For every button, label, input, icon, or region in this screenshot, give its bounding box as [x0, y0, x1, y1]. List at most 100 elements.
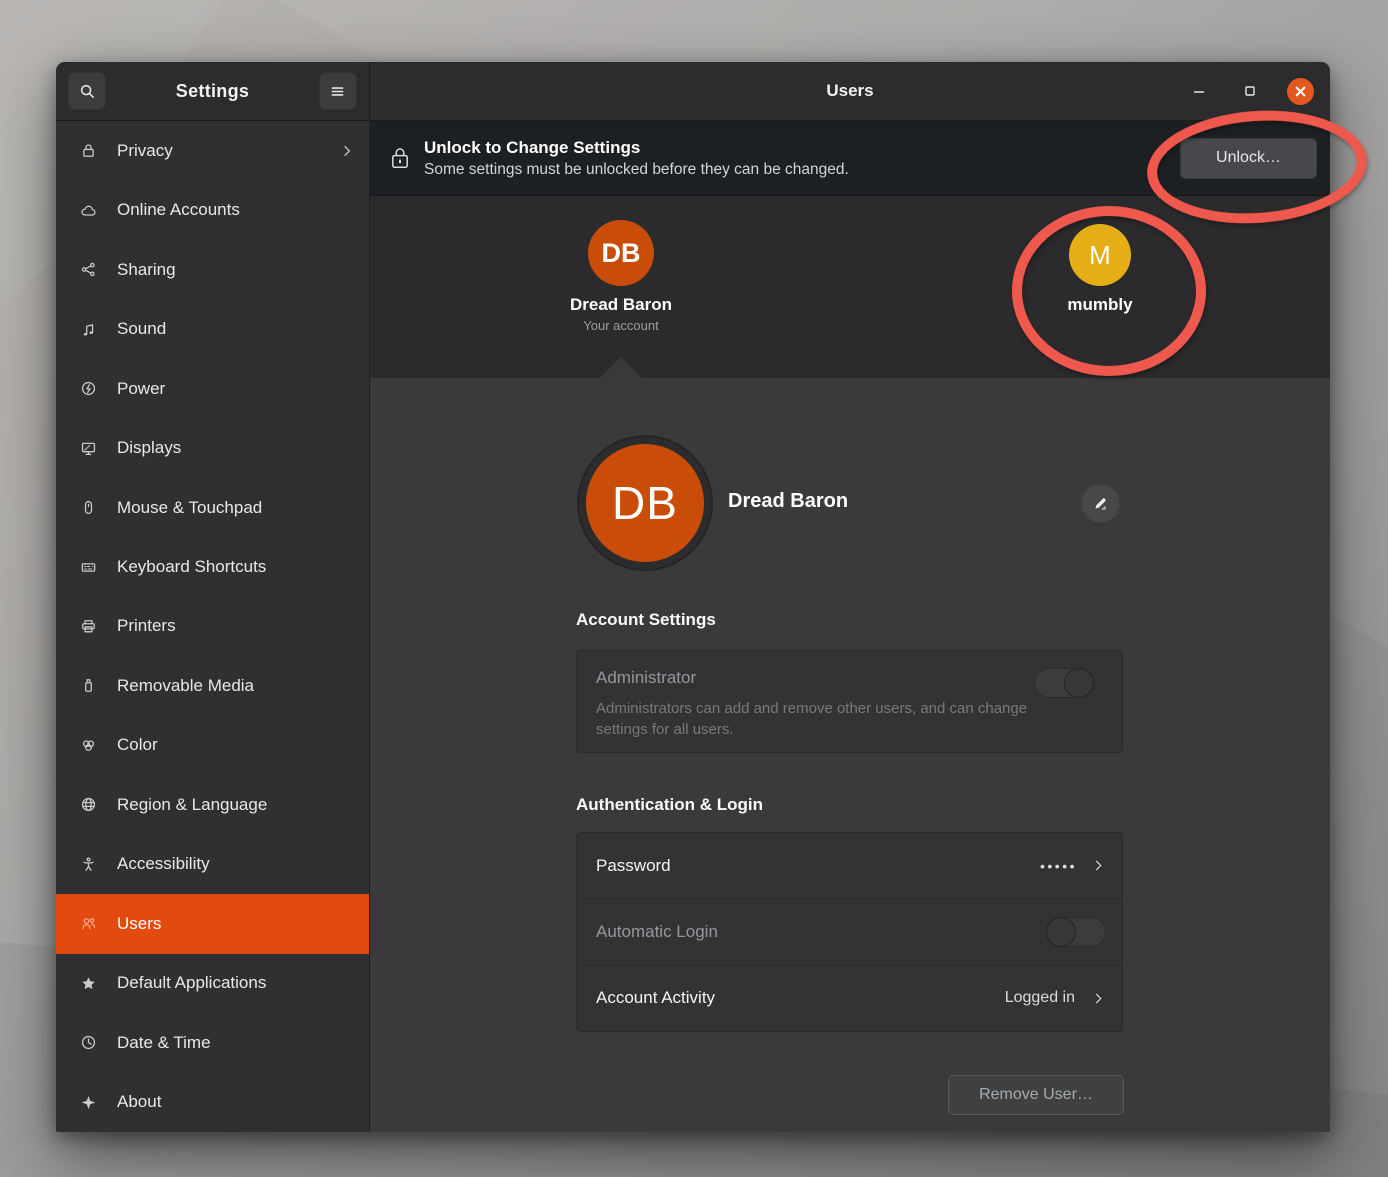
password-label: Password	[596, 856, 1040, 876]
sidebar-item-label: Keyboard Shortcuts	[117, 557, 355, 577]
administrator-switch[interactable]	[1034, 668, 1094, 698]
sidebar-item-label: Accessibility	[117, 854, 355, 874]
administrator-label: Administrator	[596, 668, 696, 688]
switch-knob	[1064, 668, 1094, 698]
sidebar-item-displays[interactable]: Displays	[56, 418, 369, 477]
about-icon	[80, 1094, 97, 1111]
close-icon	[1294, 85, 1307, 98]
padlock-icon	[390, 146, 410, 170]
power-icon	[80, 380, 97, 397]
sidebar-item-privacy[interactable]: Privacy	[56, 121, 369, 180]
sidebar-item-accessibility[interactable]: Accessibility	[56, 835, 369, 894]
administrator-description: Administrators can add and remove other …	[596, 698, 1036, 740]
sidebar-item-label: Users	[117, 914, 355, 934]
sidebar-item-printers[interactable]: Printers	[56, 597, 369, 656]
sidebar-item-default-applications[interactable]: Default Applications	[56, 954, 369, 1013]
close-button[interactable]	[1287, 78, 1314, 105]
clock-icon	[80, 1034, 97, 1051]
sidebar-item-removable-media[interactable]: Removable Media	[56, 656, 369, 715]
lock-icon	[80, 142, 97, 159]
password-row[interactable]: Password •••••	[577, 833, 1122, 898]
sidebar-item-power[interactable]: Power	[56, 359, 369, 418]
sidebar-item-sound[interactable]: Sound	[56, 299, 369, 358]
sidebar-item-sharing[interactable]: Sharing	[56, 240, 369, 299]
carousel-user-dread-baron[interactable]: DB Dread Baron Your account	[536, 220, 706, 333]
hamburger-icon	[329, 83, 346, 100]
window-controls	[1185, 62, 1314, 120]
sidebar-item-label: Power	[117, 379, 355, 399]
banner-subtitle: Some settings must be unlocked before th…	[424, 161, 1166, 179]
titlebar: Settings Users	[56, 62, 1330, 121]
pencil-icon	[1092, 495, 1109, 512]
unlock-button[interactable]: Unlock…	[1180, 138, 1317, 179]
banner-text: Unlock to Change Settings Some settings …	[424, 138, 1166, 179]
profile-name: Dread Baron	[728, 490, 848, 513]
sidebar-item-date-time[interactable]: Date & Time	[56, 1013, 369, 1072]
sidebar-header: Settings	[56, 62, 370, 121]
settings-window: Settings Users	[56, 62, 1330, 1132]
user-details: DB Dread Baron Account Settings Administ…	[370, 378, 1330, 1132]
accessibility-icon	[80, 856, 97, 873]
carousel-user-name: Dread Baron	[536, 295, 706, 315]
automatic-login-switch[interactable]	[1046, 917, 1106, 947]
sidebar-item-label: Sharing	[117, 260, 355, 280]
switch-knob	[1046, 917, 1076, 947]
usb-icon	[80, 677, 97, 694]
sidebar: Privacy Online Accounts Sharing Sound Power D…	[56, 121, 370, 1132]
star-icon	[80, 975, 97, 992]
sidebar-item-region-language[interactable]: Region & Language	[56, 775, 369, 834]
avatar-dread-baron: DB	[588, 220, 654, 286]
share-icon	[80, 261, 97, 278]
sidebar-item-label: Mouse & Touchpad	[117, 498, 355, 518]
sidebar-item-about[interactable]: About	[56, 1073, 369, 1132]
automatic-login-row: Automatic Login	[577, 898, 1122, 964]
sound-icon	[80, 321, 97, 338]
banner-title: Unlock to Change Settings	[424, 138, 1166, 158]
sidebar-item-mouse-touchpad[interactable]: Mouse & Touchpad	[56, 478, 369, 537]
carousel-user-mumbly[interactable]: M mumbly	[1015, 224, 1185, 315]
page-title: Users	[826, 81, 873, 101]
content-header: Users	[370, 62, 1330, 121]
password-dots: •••••	[1040, 858, 1077, 874]
users-icon	[80, 915, 97, 932]
color-icon	[80, 737, 97, 754]
minimize-button[interactable]	[1185, 78, 1212, 105]
menu-button[interactable]	[319, 72, 357, 110]
carousel-user-name: mumbly	[1015, 295, 1185, 315]
maximize-button[interactable]	[1236, 78, 1263, 105]
sidebar-item-online-accounts[interactable]: Online Accounts	[56, 180, 369, 239]
administrator-row: Administrator Administrators can add and…	[576, 650, 1123, 753]
edit-name-button[interactable]	[1081, 484, 1120, 523]
search-button[interactable]	[68, 72, 106, 110]
sidebar-item-keyboard-shortcuts[interactable]: Keyboard Shortcuts	[56, 537, 369, 596]
carousel-user-subtitle: Your account	[536, 318, 706, 333]
cloud-icon	[80, 202, 97, 219]
users-panel: Unlock to Change Settings Some settings …	[370, 121, 1330, 1132]
keyboard-icon	[80, 559, 97, 576]
window-body: Privacy Online Accounts Sharing Sound Power D…	[56, 121, 1330, 1132]
mouse-icon	[80, 499, 97, 516]
sidebar-item-label: About	[117, 1092, 355, 1112]
chevron-right-icon	[1091, 991, 1106, 1006]
account-activity-row[interactable]: Account Activity Logged in	[577, 965, 1122, 1031]
sidebar-item-color[interactable]: Color	[56, 716, 369, 775]
displays-icon	[80, 440, 97, 457]
sidebar-item-label: Removable Media	[117, 676, 355, 696]
sidebar-item-label: Online Accounts	[117, 200, 355, 220]
sidebar-item-label: Color	[117, 735, 355, 755]
desktop-background: Settings Users	[0, 0, 1388, 1177]
sidebar-item-label: Region & Language	[117, 795, 355, 815]
sidebar-item-label: Printers	[117, 616, 355, 636]
automatic-login-label: Automatic Login	[596, 922, 1046, 942]
authentication-list: Password ••••• Automatic Login Account A…	[576, 832, 1123, 1032]
chevron-right-icon	[1091, 858, 1106, 873]
remove-user-button[interactable]: Remove User…	[948, 1075, 1124, 1115]
chevron-right-icon	[339, 143, 355, 159]
user-carousel: DB Dread Baron Your account M mumbly	[370, 196, 1330, 378]
minimize-icon	[1191, 83, 1207, 99]
profile-avatar[interactable]: DB	[586, 444, 704, 562]
sidebar-item-label: Date & Time	[117, 1033, 355, 1053]
sidebar-item-users[interactable]: Users	[56, 894, 369, 953]
unlock-banner: Unlock to Change Settings Some settings …	[370, 121, 1330, 196]
app-title: Settings	[176, 81, 249, 102]
